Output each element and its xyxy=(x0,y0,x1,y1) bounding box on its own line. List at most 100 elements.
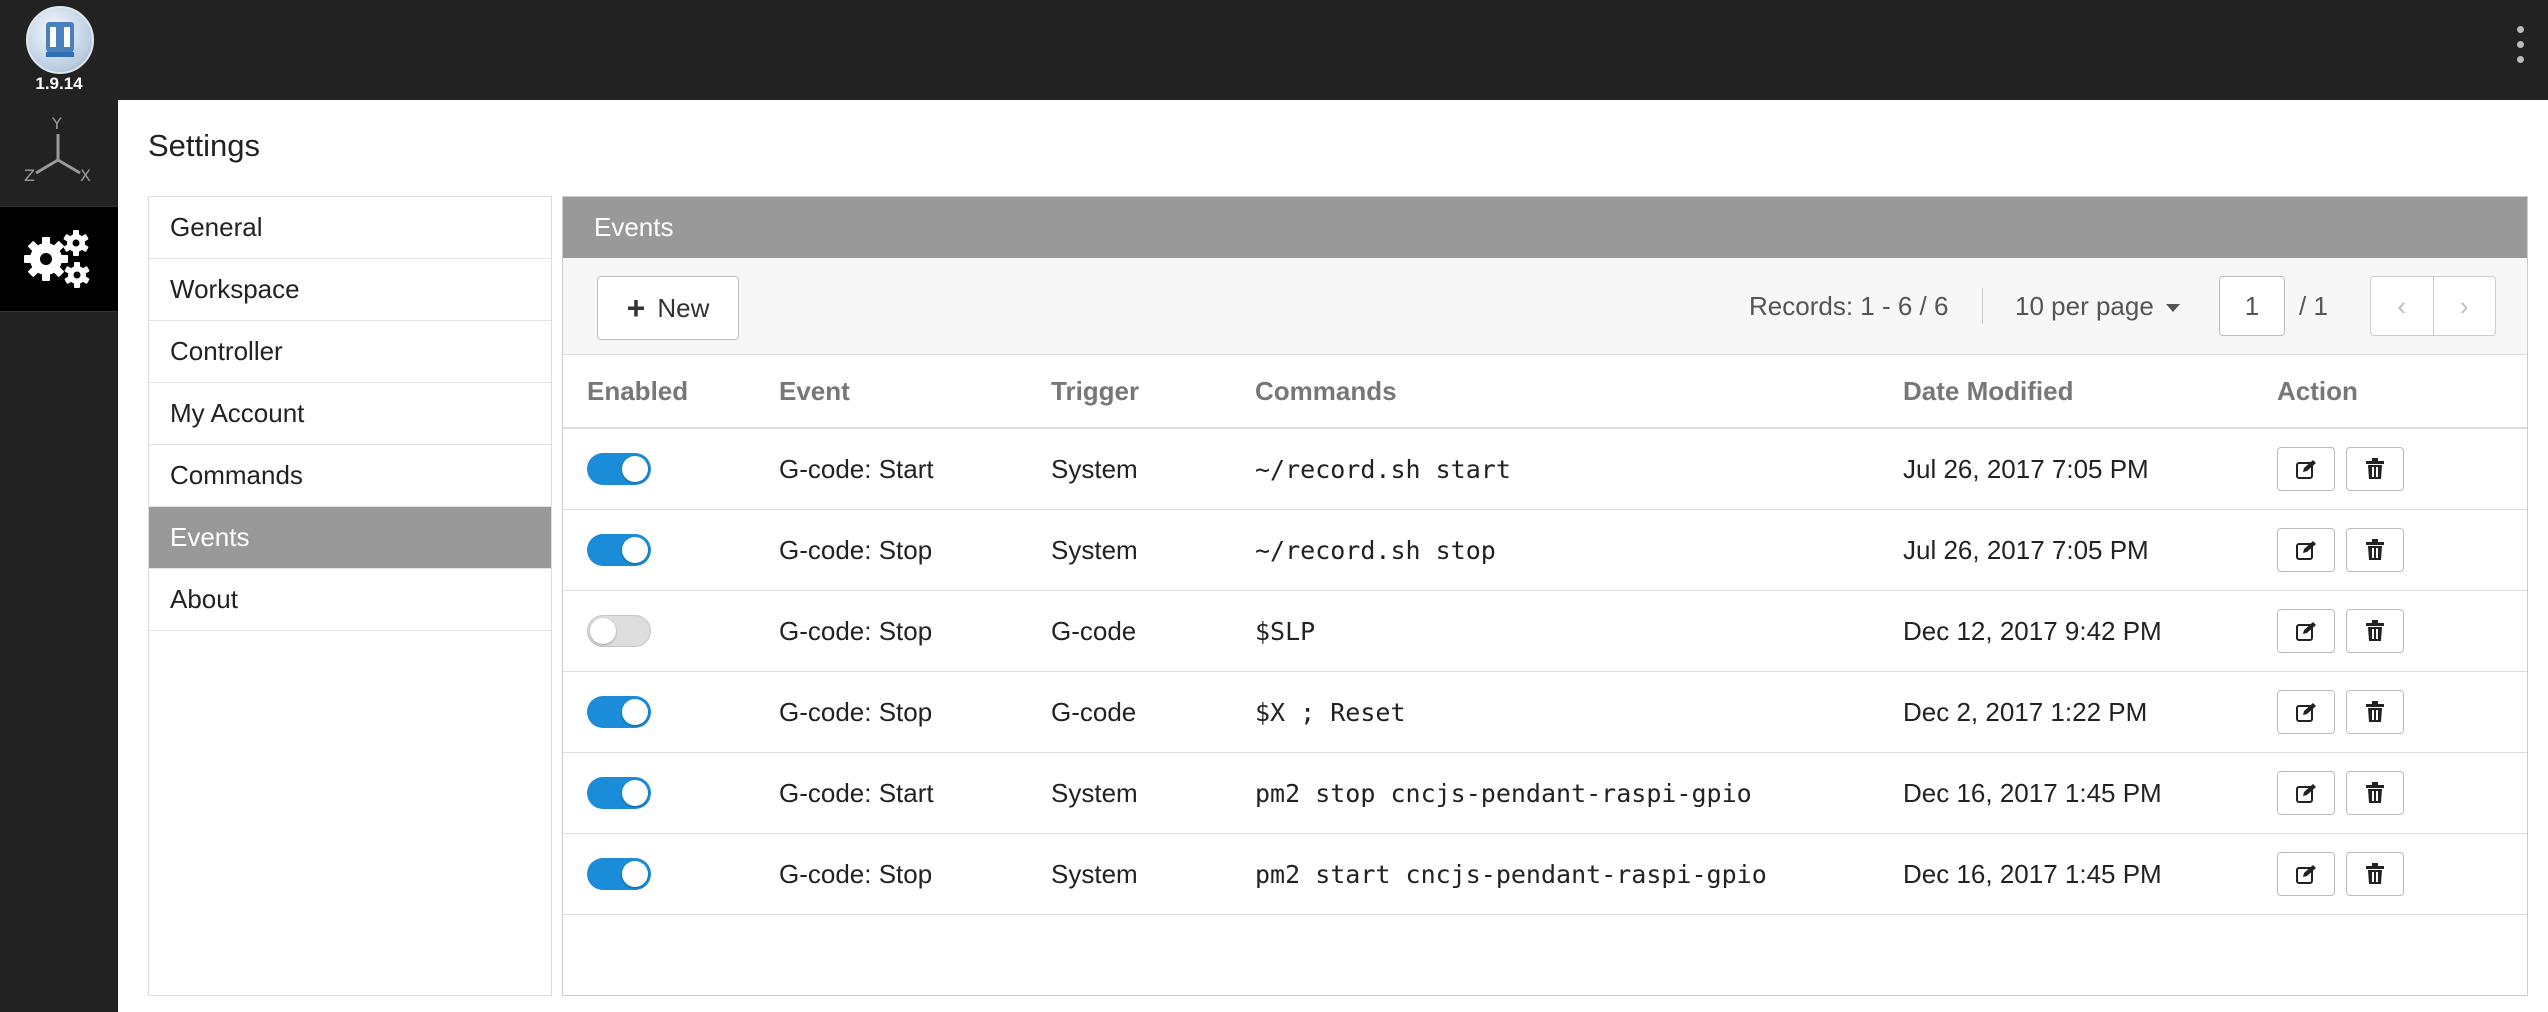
panel-title: Events xyxy=(563,197,2527,258)
nav-item-controller[interactable]: Controller xyxy=(149,321,551,383)
axes-icon: Y Z X xyxy=(24,114,91,185)
edit-icon xyxy=(2296,460,2316,479)
commands-cell: ~/record.sh stop xyxy=(1255,509,1903,591)
sidebar-item-workspace[interactable]: Y Z X xyxy=(0,110,118,206)
new-button-label: New xyxy=(657,292,710,323)
events-table: Enabled Event Trigger Commands Date Modi… xyxy=(563,355,2527,915)
col-header-commands[interactable]: Commands xyxy=(1255,355,1903,429)
table-row: G-code: Stop G-code $SLP Dec 12, 2017 9:42 … xyxy=(563,590,2527,672)
events-toolbar: + New Records: 1 - 6 / 6 10 per page / 1… xyxy=(563,258,2527,355)
table-row: G-code: Start System ~/record.sh start Jul … xyxy=(563,428,2527,510)
toggle-knob xyxy=(622,537,648,563)
row-actions xyxy=(2277,609,2527,653)
kebab-menu-icon[interactable] xyxy=(2516,26,2526,68)
date-modified-cell: Dec 16, 2017 1:45 PM xyxy=(1903,833,2277,915)
toggle-knob xyxy=(622,861,648,887)
delete-button[interactable] xyxy=(2346,690,2404,734)
page-number-input[interactable] xyxy=(2219,276,2285,336)
trigger-cell: System xyxy=(1051,428,1255,510)
delete-button[interactable] xyxy=(2346,852,2404,896)
table-header-row: Enabled Event Trigger Commands Date Modi… xyxy=(563,355,2527,429)
row-actions xyxy=(2277,528,2527,572)
date-modified-cell: Dec 2, 2017 1:22 PM xyxy=(1903,671,2277,753)
enabled-toggle[interactable] xyxy=(587,777,651,809)
row-actions xyxy=(2277,690,2527,734)
svg-text:Z: Z xyxy=(24,166,35,185)
edit-icon xyxy=(2296,784,2316,803)
event-cell: G-code: Start xyxy=(779,428,1051,510)
app-sidebar: 1.9.14 Y Z X xyxy=(0,0,118,1012)
edit-button[interactable] xyxy=(2277,852,2335,896)
prev-page-button[interactable]: ‹ xyxy=(2371,277,2433,335)
event-cell: G-code: Stop xyxy=(779,509,1051,591)
trigger-cell: G-code xyxy=(1051,590,1255,672)
commands-cell: ~/record.sh start xyxy=(1255,428,1903,510)
commands-cell: $X ; Reset xyxy=(1255,671,1903,753)
trigger-cell: System xyxy=(1051,833,1255,915)
edit-icon xyxy=(2296,622,2316,641)
commands-cell: pm2 start cncjs-pendant-raspi-gpio xyxy=(1255,833,1903,915)
date-modified-cell: Jul 26, 2017 7:05 PM xyxy=(1903,428,2277,510)
delete-button[interactable] xyxy=(2346,447,2404,491)
gears-icon xyxy=(24,230,90,288)
nav-item-about[interactable]: About xyxy=(149,569,551,631)
table-row: G-code: Stop System pm2 start cncjs-pendan… xyxy=(563,833,2527,915)
commands-cell: $SLP xyxy=(1255,590,1903,672)
event-cell: G-code: Stop xyxy=(779,671,1051,753)
delete-button[interactable] xyxy=(2346,528,2404,572)
toggle-knob xyxy=(622,699,648,725)
edit-button[interactable] xyxy=(2277,447,2335,491)
table-row: G-code: Stop G-code $X ; Reset Dec 2, 2017 … xyxy=(563,671,2527,753)
nav-item-general[interactable]: General xyxy=(149,197,551,259)
nav-item-my-account[interactable]: My Account xyxy=(149,383,551,445)
date-modified-cell: Dec 12, 2017 9:42 PM xyxy=(1903,590,2277,672)
toggle-knob xyxy=(622,456,648,482)
cncjs-logo-icon[interactable] xyxy=(26,6,94,74)
new-event-button[interactable]: + New xyxy=(597,276,739,340)
table-row: G-code: Stop System ~/record.sh stop Jul 26… xyxy=(563,509,2527,591)
enabled-toggle[interactable] xyxy=(587,534,651,566)
edit-button[interactable] xyxy=(2277,690,2335,734)
edit-icon xyxy=(2296,703,2316,722)
date-modified-cell: Dec 16, 2017 1:45 PM xyxy=(1903,752,2277,834)
per-page-dropdown[interactable]: 10 per page xyxy=(2015,258,2180,354)
enabled-toggle[interactable] xyxy=(587,615,651,647)
col-header-event[interactable]: Event xyxy=(779,355,1051,429)
trash-icon xyxy=(2366,863,2384,884)
trigger-cell: System xyxy=(1051,509,1255,591)
pagination-buttons: ‹ › xyxy=(2370,276,2496,336)
sidebar-item-settings[interactable] xyxy=(0,206,118,312)
edit-button[interactable] xyxy=(2277,528,2335,572)
delete-button[interactable] xyxy=(2346,771,2404,815)
caret-down-icon xyxy=(2165,304,2180,313)
event-cell: G-code: Stop xyxy=(779,590,1051,672)
page-total: / 1 xyxy=(2299,291,2328,321)
row-actions xyxy=(2277,447,2527,491)
row-actions xyxy=(2277,771,2527,815)
enabled-toggle[interactable] xyxy=(587,858,651,890)
per-page-label: 10 per page xyxy=(2015,291,2154,321)
col-header-trigger[interactable]: Trigger xyxy=(1051,355,1255,429)
nav-item-events[interactable]: Events xyxy=(149,507,551,569)
delete-button[interactable] xyxy=(2346,609,2404,653)
nav-item-commands[interactable]: Commands xyxy=(149,445,551,507)
col-header-action: Action xyxy=(2277,355,2527,429)
trash-icon xyxy=(2366,782,2384,803)
enabled-toggle[interactable] xyxy=(587,696,651,728)
enabled-toggle[interactable] xyxy=(587,453,651,485)
col-header-date-modified[interactable]: Date Modified xyxy=(1903,355,2277,429)
edit-button[interactable] xyxy=(2277,771,2335,815)
toggle-knob xyxy=(622,780,648,806)
col-header-enabled[interactable]: Enabled xyxy=(563,355,779,429)
top-bar xyxy=(0,0,2548,100)
edit-button[interactable] xyxy=(2277,609,2335,653)
date-modified-cell: Jul 26, 2017 7:05 PM xyxy=(1903,509,2277,591)
toolbar-divider xyxy=(1982,288,1983,324)
trash-icon xyxy=(2366,458,2384,479)
toggle-knob xyxy=(590,618,616,644)
edit-icon xyxy=(2296,865,2316,884)
nav-item-workspace[interactable]: Workspace xyxy=(149,259,551,321)
next-page-button[interactable]: › xyxy=(2432,277,2496,335)
trash-icon xyxy=(2366,701,2384,722)
chevron-right-icon: › xyxy=(2459,290,2469,321)
